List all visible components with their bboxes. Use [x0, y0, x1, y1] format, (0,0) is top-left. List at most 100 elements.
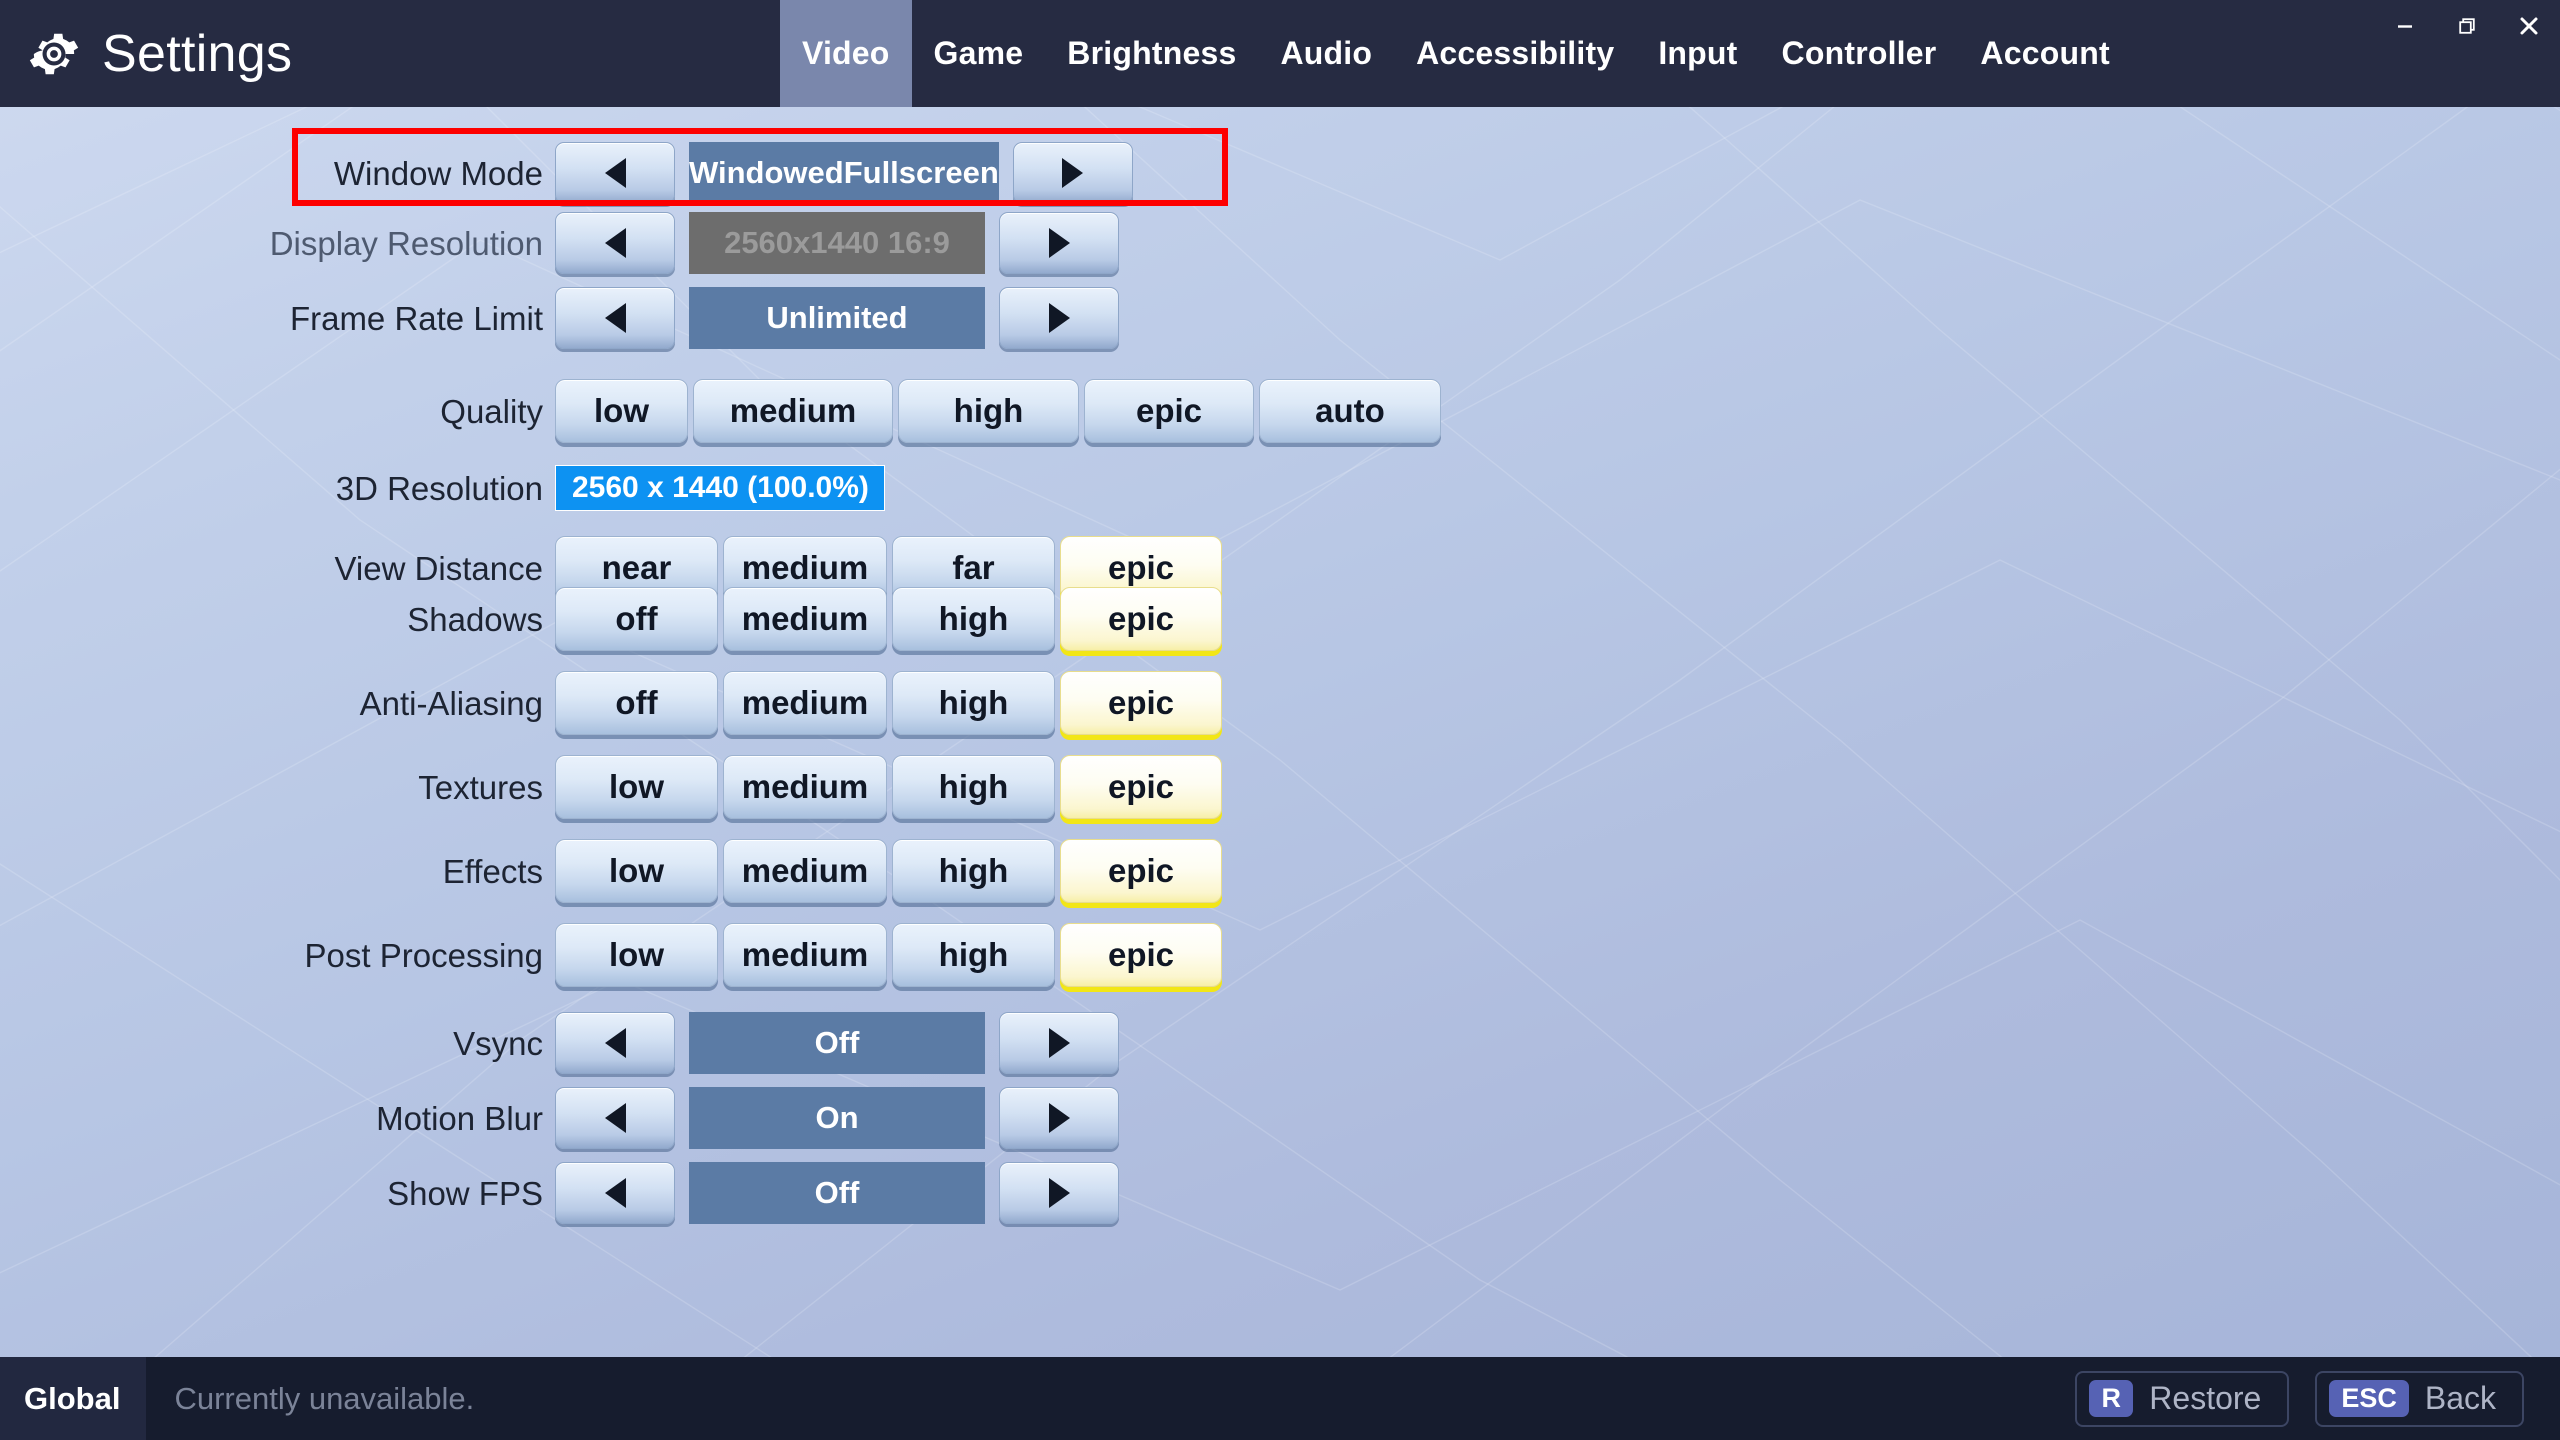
- setting-row-show-fps: Show FPS Off: [0, 1157, 2560, 1229]
- tab-audio[interactable]: Audio: [1258, 0, 1394, 107]
- post-processing-option-high[interactable]: high: [892, 923, 1055, 987]
- 3d-resolution-slider[interactable]: 2560 x 1440 (100.0%): [555, 465, 885, 511]
- label-motion-blur: Motion Blur: [0, 1102, 555, 1135]
- label-anti-aliasing: Anti-Aliasing: [0, 687, 555, 720]
- effects-option-low[interactable]: low: [555, 839, 718, 903]
- label-effects: Effects: [0, 855, 555, 888]
- anti-aliasing-option-medium[interactable]: medium: [723, 671, 887, 735]
- arrow-right-icon: [1049, 228, 1070, 258]
- settings-scope-badge[interactable]: Global: [0, 1357, 146, 1440]
- tab-accessibility[interactable]: Accessibility: [1394, 0, 1636, 107]
- arrow-right-icon: [1062, 158, 1083, 188]
- back-button[interactable]: ESC Back: [2315, 1371, 2524, 1427]
- setting-row-post-processing: Post Processing low medium high epic: [0, 919, 2560, 991]
- post-processing-option-epic[interactable]: epic: [1060, 923, 1222, 987]
- post-processing-option-medium[interactable]: medium: [723, 923, 887, 987]
- frame-rate-limit-next-button[interactable]: [999, 287, 1119, 349]
- window-controls: [2374, 0, 2560, 52]
- setting-row-display-resolution: Display Resolution 2560x1440 16:9: [0, 207, 2560, 279]
- setting-row-motion-blur: Motion Blur On: [0, 1082, 2560, 1154]
- anti-aliasing-option-off[interactable]: off: [555, 671, 718, 735]
- textures-option-high[interactable]: high: [892, 755, 1055, 819]
- label-shadows: Shadows: [0, 603, 555, 636]
- setting-row-3d-resolution: 3D Resolution 2560 x 1440 (100.0%): [0, 452, 2560, 524]
- label-vsync: Vsync: [0, 1027, 555, 1060]
- quality-option-high[interactable]: high: [898, 379, 1079, 443]
- textures-option-low[interactable]: low: [555, 755, 718, 819]
- show-fps-next-button[interactable]: [999, 1162, 1119, 1224]
- effects-option-epic[interactable]: epic: [1060, 839, 1222, 903]
- tab-controller[interactable]: Controller: [1760, 0, 1959, 107]
- vsync-value[interactable]: Off: [689, 1012, 985, 1074]
- tab-input[interactable]: Input: [1636, 0, 1759, 107]
- close-icon: [2518, 15, 2540, 37]
- setting-row-effects: Effects low medium high epic: [0, 835, 2560, 907]
- title-zone: Settings: [0, 0, 780, 107]
- arrow-left-icon: [605, 158, 626, 188]
- restore-button[interactable]: R Restore: [2075, 1371, 2289, 1427]
- label-textures: Textures: [0, 771, 555, 804]
- quality-option-low[interactable]: low: [555, 379, 688, 443]
- shadows-option-medium[interactable]: medium: [723, 587, 887, 651]
- gear-icon: [28, 28, 80, 80]
- shadows-option-epic[interactable]: epic: [1060, 587, 1222, 651]
- textures-option-medium[interactable]: medium: [723, 755, 887, 819]
- frame-rate-limit-prev-button[interactable]: [555, 287, 675, 349]
- page-title: Settings: [102, 28, 292, 80]
- vsync-next-button[interactable]: [999, 1012, 1119, 1074]
- post-processing-option-low[interactable]: low: [555, 923, 718, 987]
- show-fps-value[interactable]: Off: [689, 1162, 985, 1224]
- back-label: Back: [2425, 1380, 2496, 1417]
- app-header: Settings Video Game Brightness Audio Acc…: [0, 0, 2560, 107]
- restore-keycap: R: [2089, 1380, 2133, 1417]
- quality-option-epic[interactable]: epic: [1084, 379, 1254, 443]
- tab-account[interactable]: Account: [1958, 0, 2131, 107]
- restore-window-button[interactable]: [2436, 0, 2498, 52]
- motion-blur-value[interactable]: On: [689, 1087, 985, 1149]
- effects-option-medium[interactable]: medium: [723, 839, 887, 903]
- window-mode-value[interactable]: WindowedFullscreen: [689, 142, 999, 204]
- footer-right: R Restore ESC Back: [2075, 1371, 2560, 1427]
- arrow-left-icon: [605, 228, 626, 258]
- label-show-fps: Show FPS: [0, 1177, 555, 1210]
- window-mode-next-button[interactable]: [1013, 142, 1133, 204]
- setting-row-frame-rate-limit: Frame Rate Limit Unlimited: [0, 282, 2560, 354]
- arrow-right-icon: [1049, 1028, 1070, 1058]
- frame-rate-limit-value[interactable]: Unlimited: [689, 287, 985, 349]
- shadows-option-high[interactable]: high: [892, 587, 1055, 651]
- arrow-right-icon: [1049, 303, 1070, 333]
- quality-option-auto[interactable]: auto: [1259, 379, 1441, 443]
- setting-row-anti-aliasing: Anti-Aliasing off medium high epic: [0, 667, 2560, 739]
- display-resolution-next-button[interactable]: [999, 212, 1119, 274]
- label-window-mode: Window Mode: [0, 157, 555, 190]
- restore-label: Restore: [2149, 1380, 2261, 1417]
- label-view-distance: View Distance: [0, 552, 555, 585]
- anti-aliasing-option-high[interactable]: high: [892, 671, 1055, 735]
- video-settings-panel: Window Mode WindowedFullscreen Display R…: [0, 107, 2560, 1342]
- anti-aliasing-option-epic[interactable]: epic: [1060, 671, 1222, 735]
- close-button[interactable]: [2498, 0, 2560, 52]
- label-post-processing: Post Processing: [0, 939, 555, 972]
- footer-left: Global Currently unavailable.: [0, 1357, 474, 1440]
- footer-status-text: Currently unavailable.: [174, 1381, 474, 1417]
- motion-blur-prev-button[interactable]: [555, 1087, 675, 1149]
- tab-video[interactable]: Video: [780, 0, 912, 107]
- effects-option-high[interactable]: high: [892, 839, 1055, 903]
- display-resolution-value: 2560x1440 16:9: [689, 212, 985, 274]
- arrow-left-icon: [605, 303, 626, 333]
- window-mode-prev-button[interactable]: [555, 142, 675, 204]
- shadows-option-off[interactable]: off: [555, 587, 718, 651]
- setting-row-window-mode: Window Mode WindowedFullscreen: [0, 137, 2560, 209]
- textures-option-epic[interactable]: epic: [1060, 755, 1222, 819]
- motion-blur-next-button[interactable]: [999, 1087, 1119, 1149]
- minimize-button[interactable]: [2374, 0, 2436, 52]
- label-display-resolution: Display Resolution: [0, 227, 555, 260]
- tab-brightness[interactable]: Brightness: [1045, 0, 1258, 107]
- vsync-prev-button[interactable]: [555, 1012, 675, 1074]
- tab-game[interactable]: Game: [912, 0, 1046, 107]
- minimize-icon: [2395, 16, 2415, 36]
- display-resolution-prev-button[interactable]: [555, 212, 675, 274]
- quality-option-medium[interactable]: medium: [693, 379, 893, 443]
- arrow-right-icon: [1049, 1103, 1070, 1133]
- show-fps-prev-button[interactable]: [555, 1162, 675, 1224]
